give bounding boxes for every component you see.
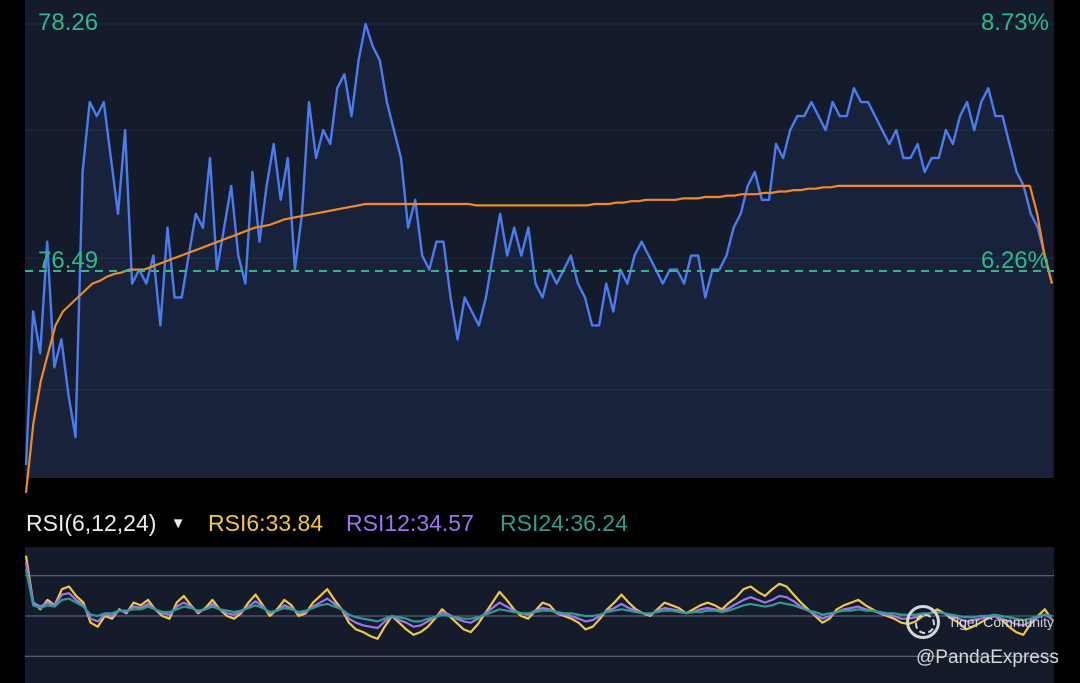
- rsi-indicator-selector[interactable]: RSI(6,12,24) ▼: [26, 510, 186, 537]
- tiger-logo-icon: [906, 605, 940, 639]
- rsi24-line: [24, 568, 1053, 623]
- watermark-username: @PandaExpress: [916, 647, 1059, 668]
- rsi12-value-label: RSI12:34.57: [346, 510, 474, 536]
- rsi6-line: [24, 555, 1053, 640]
- right-reference-percent-label: 6.26%: [980, 247, 1049, 274]
- left-top-price-label: 78.26: [38, 9, 99, 36]
- rsi-indicator-label: RSI(6,12,24): [26, 510, 157, 536]
- price-area-fill: [26, 24, 1052, 478]
- chart-canvas: [24, 22, 1054, 657]
- rsi24-value-label: RSI24:36.24: [500, 510, 628, 536]
- rsi12-line: [24, 562, 1053, 630]
- rsi6-value-label: RSI6:33.84: [208, 510, 324, 536]
- caret-down-icon[interactable]: ▼: [171, 511, 186, 537]
- left-reference-price-label: 76.49: [38, 247, 99, 274]
- watermark-brand: Tiger Community: [948, 614, 1055, 630]
- right-top-percent-label: 8.73%: [980, 9, 1049, 36]
